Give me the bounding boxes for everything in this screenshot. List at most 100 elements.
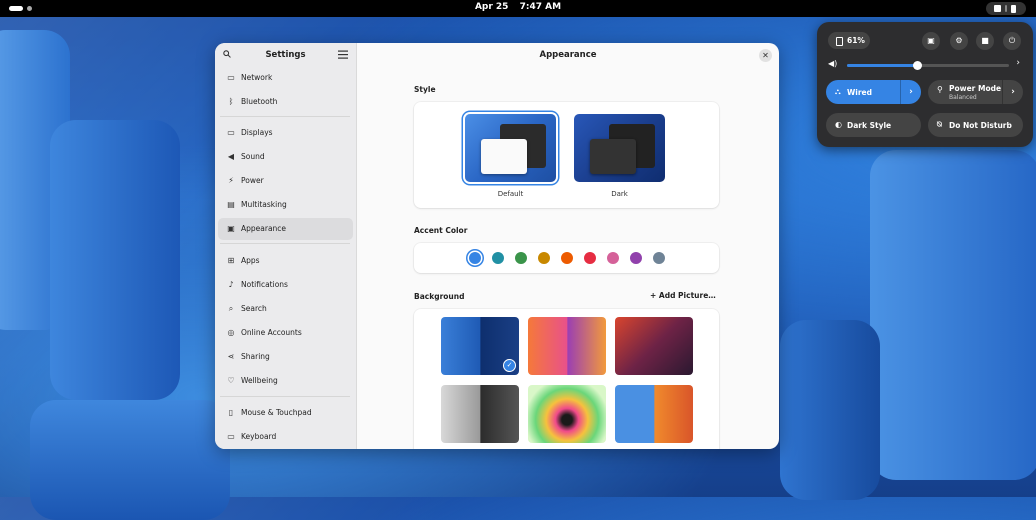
battery-icon bbox=[836, 37, 843, 46]
battery-percentage: 61% bbox=[847, 36, 865, 45]
chevron-right-icon[interactable]: › bbox=[1002, 80, 1023, 104]
background-option[interactable] bbox=[528, 385, 606, 443]
speaker-icon: ◀) bbox=[828, 59, 838, 68]
selected-check-icon: ✓ bbox=[503, 359, 516, 372]
accent-color-option[interactable] bbox=[584, 252, 596, 264]
date-label: Apr 25 bbox=[474, 2, 509, 12]
appearance-icon: ▣ bbox=[227, 224, 235, 233]
page-title: Appearance bbox=[539, 50, 597, 60]
quick-settings-menu: 61% ▣ ⚙ ■ ⏻ ◀) › ⛬ Wired › ⚲ Power Mode … bbox=[817, 22, 1033, 147]
sidebar-item-label: Wellbeing bbox=[241, 376, 278, 385]
chevron-right-icon[interactable]: › bbox=[1016, 58, 1020, 68]
sidebar-item-appearance[interactable]: ▣ Appearance bbox=[218, 218, 353, 240]
sidebar-item-keyboard[interactable]: ▭ Keyboard bbox=[218, 426, 353, 448]
sidebar-item-label: Mouse & Touchpad bbox=[241, 408, 312, 417]
wallpaper-shape bbox=[30, 400, 230, 520]
power-icon: ⏻ bbox=[1008, 36, 1016, 45]
sidebar-item-label: Network bbox=[241, 73, 273, 82]
accent-color-option[interactable] bbox=[561, 252, 573, 264]
network-icon: ▭ bbox=[227, 73, 235, 82]
keyboard-icon: ▭ bbox=[227, 432, 235, 441]
time-label: 7:47 AM bbox=[519, 2, 562, 12]
power-icon: ⚡ bbox=[228, 176, 234, 185]
accent-color-option[interactable] bbox=[538, 252, 550, 264]
chevron-right-icon[interactable]: › bbox=[900, 80, 921, 104]
network-wired-icon: ⛬ bbox=[835, 87, 841, 96]
sidebar-item-online-accounts[interactable]: ◎ Online Accounts bbox=[218, 322, 353, 344]
sidebar-item-label: Power bbox=[241, 176, 264, 185]
style-option-dark[interactable] bbox=[574, 114, 665, 182]
sidebar-item-network[interactable]: ▭ Network bbox=[218, 67, 353, 89]
sound-icon: ◀ bbox=[227, 152, 235, 161]
accent-section-label: Accent Color bbox=[414, 226, 468, 235]
background-option[interactable] bbox=[615, 385, 693, 443]
accent-color-option[interactable] bbox=[630, 252, 642, 264]
sidebar-item-label: Notifications bbox=[241, 280, 288, 289]
add-picture-button[interactable]: + Add Picture… bbox=[650, 291, 716, 300]
power-mode-toggle[interactable]: ⚲ Power Mode Balanced › bbox=[928, 80, 1023, 104]
battery-button[interactable]: 61% bbox=[828, 32, 870, 49]
sidebar-item-multitasking[interactable]: ▤ Multitasking bbox=[218, 194, 353, 216]
screenshot-icon: ▣ bbox=[927, 36, 935, 45]
wellbeing-icon: ♡ bbox=[227, 376, 235, 385]
accent-color-option[interactable] bbox=[469, 252, 481, 264]
sidebar-item-bluetooth[interactable]: ᛒ Bluetooth bbox=[218, 91, 353, 113]
background-option[interactable] bbox=[615, 317, 693, 375]
sidebar-item-displays[interactable]: ▭ Displays bbox=[218, 122, 353, 144]
sidebar-item-apps[interactable]: ⊞ Apps bbox=[218, 250, 353, 272]
background-option[interactable]: ✓ bbox=[441, 317, 519, 375]
wired-label: Wired bbox=[847, 88, 872, 97]
system-status-area[interactable] bbox=[986, 2, 1026, 15]
accent-color-option[interactable] bbox=[607, 252, 619, 264]
sidebar-header: Settings bbox=[215, 43, 356, 67]
dark-style-label: Dark Style bbox=[847, 121, 892, 130]
sidebar-separator bbox=[220, 396, 350, 397]
lock-button[interactable]: ■ bbox=[976, 32, 994, 50]
display-icon: ▭ bbox=[227, 128, 235, 137]
appearance-page: Appearance ✕ Style Default Dark Accent C… bbox=[357, 43, 779, 449]
sidebar-item-mouse-touchpad[interactable]: ▯ Mouse & Touchpad bbox=[218, 402, 353, 424]
style-section-label: Style bbox=[414, 85, 436, 94]
sidebar-separator bbox=[220, 116, 350, 117]
accent-color-option[interactable] bbox=[515, 252, 527, 264]
accent-color-option[interactable] bbox=[492, 252, 504, 264]
sidebar-item-notifications[interactable]: ♪ Notifications bbox=[218, 274, 353, 296]
sidebar-item-power[interactable]: ⚡ Power bbox=[218, 170, 353, 192]
background-option[interactable] bbox=[528, 317, 606, 375]
accent-color-option[interactable] bbox=[653, 252, 665, 264]
sidebar-item-sound[interactable]: ◀ Sound bbox=[218, 146, 353, 168]
hamburger-menu-icon[interactable] bbox=[338, 50, 348, 59]
multitasking-icon: ▤ bbox=[227, 200, 235, 209]
volume-slider-fill bbox=[847, 64, 917, 67]
style-option-label: Default bbox=[497, 190, 524, 198]
sidebar-item-wellbeing[interactable]: ♡ Wellbeing bbox=[218, 370, 353, 392]
wallpaper-shape bbox=[870, 150, 1036, 480]
settings-sidebar: Settings ▭ Network ᛒ Bluetooth ▭ Displays ◀ Sou… bbox=[215, 43, 357, 449]
style-option-default[interactable] bbox=[465, 114, 556, 182]
top-bar: Apr 25 7:47 AM bbox=[0, 0, 1036, 17]
volume-slider[interactable] bbox=[847, 61, 1009, 70]
close-button[interactable]: ✕ bbox=[759, 49, 772, 62]
settings-button[interactable]: ⚙ bbox=[950, 32, 968, 50]
sidebar-item-label: Search bbox=[241, 304, 267, 313]
volume-slider-handle[interactable] bbox=[912, 61, 922, 70]
clock[interactable]: Apr 25 7:47 AM bbox=[0, 2, 1036, 12]
background-section-label: Background bbox=[414, 292, 465, 301]
network-wired-icon bbox=[994, 5, 1001, 12]
sidebar-item-search[interactable]: ⌕ Search bbox=[218, 298, 353, 320]
screenshot-button[interactable]: ▣ bbox=[922, 32, 940, 50]
sidebar-item-sharing[interactable]: ⋖ Sharing bbox=[218, 346, 353, 368]
power-mode-value: Balanced bbox=[949, 94, 977, 101]
background-option[interactable] bbox=[441, 385, 519, 443]
gear-icon: ⚙ bbox=[955, 36, 963, 45]
preview-window-shape bbox=[481, 139, 527, 174]
notifications-icon: ♪ bbox=[228, 280, 234, 289]
do-not-disturb-toggle[interactable]: ⍉ Do Not Disturb bbox=[928, 113, 1023, 137]
dark-style-toggle[interactable]: ◐ Dark Style bbox=[826, 113, 921, 137]
wired-toggle[interactable]: ⛬ Wired › bbox=[826, 80, 921, 104]
sidebar-item-label: Sound bbox=[241, 152, 265, 161]
power-button[interactable]: ⏻ bbox=[1003, 32, 1021, 50]
sidebar-item-label: Sharing bbox=[241, 352, 270, 361]
sidebar-item-label: Displays bbox=[241, 128, 273, 137]
dark-style-icon: ◐ bbox=[835, 120, 842, 129]
